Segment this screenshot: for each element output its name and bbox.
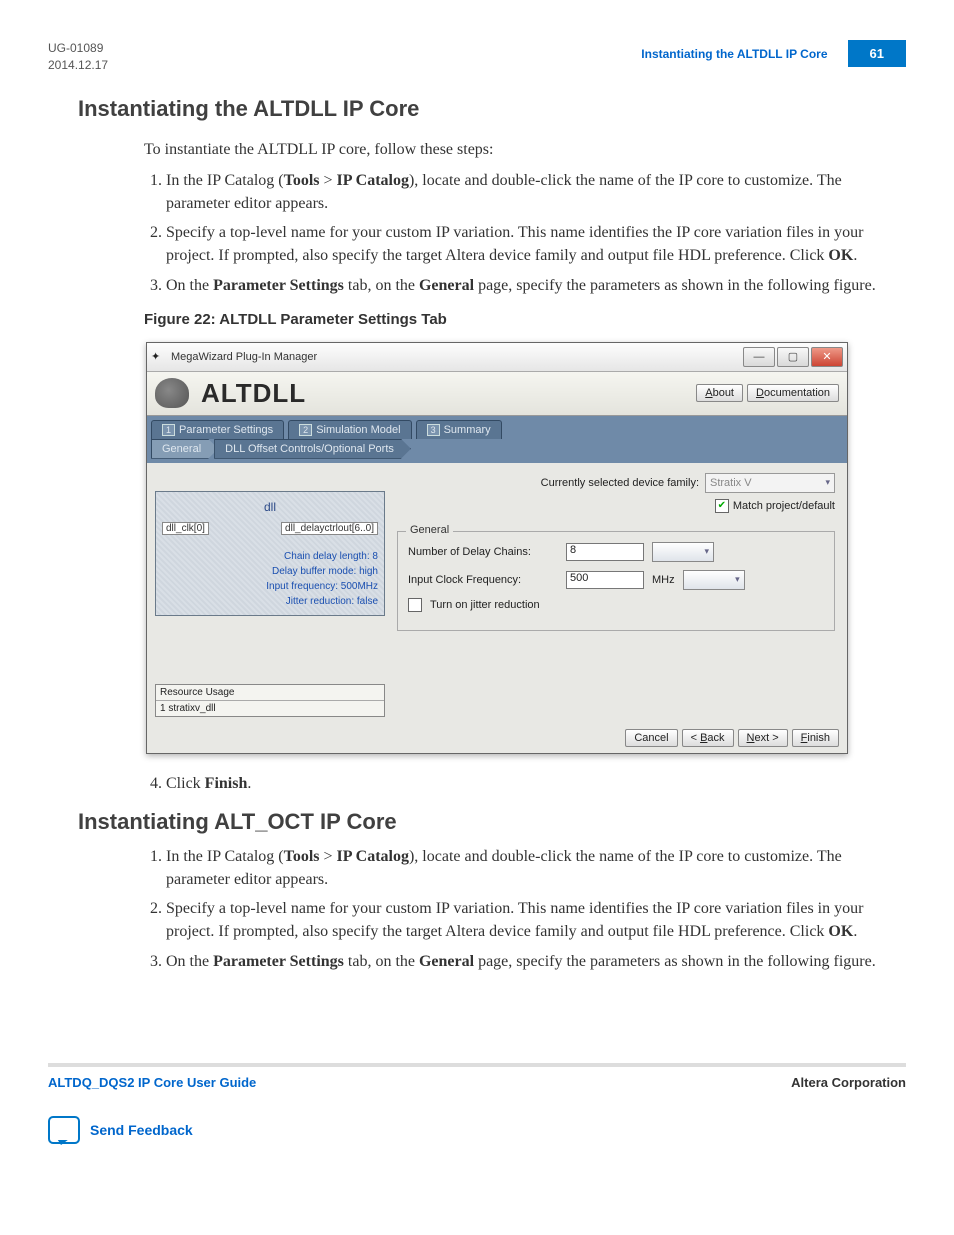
feedback-icon[interactable] bbox=[48, 1116, 80, 1144]
major-tabs: 1Parameter Settings 2Simulation Model 3S… bbox=[147, 416, 847, 439]
delay-chains-label: Number of Delay Chains: bbox=[408, 546, 558, 558]
cancel-button[interactable]: Cancel bbox=[625, 729, 677, 747]
delay-chains-input[interactable]: 8 bbox=[566, 543, 644, 561]
page-footer: ALTDQ_DQS2 IP Core User Guide Altera Cor… bbox=[48, 1063, 906, 1090]
section1-title: Instantiating the ALTDLL IP Core bbox=[78, 96, 906, 122]
page-number: 61 bbox=[848, 40, 906, 67]
chevron-down-icon: ▾ bbox=[735, 574, 740, 585]
delay-chains-dropdown[interactable]: ▾ bbox=[652, 542, 714, 562]
sub-tabs: General DLL Offset Controls/Optional Por… bbox=[147, 439, 847, 463]
preview-pane: dll dll_clk[0] dll_delayctrlout[6..0] Ch… bbox=[147, 463, 393, 723]
settings-pane: Currently selected device family: Strati… bbox=[393, 463, 847, 723]
tab-simulation-model[interactable]: 2Simulation Model bbox=[288, 420, 411, 439]
subtab-dll-offset[interactable]: DLL Offset Controls/Optional Ports bbox=[214, 439, 411, 459]
block-diagram: dll dll_clk[0] dll_delayctrlout[6..0] Ch… bbox=[155, 491, 385, 616]
step-4: Click Finish. bbox=[166, 772, 896, 795]
doc-meta: UG-01089 2014.12.17 bbox=[48, 40, 108, 74]
pin-left: dll_clk[0] bbox=[162, 522, 209, 535]
figure-caption: Figure 22: ALTDLL Parameter Settings Tab bbox=[144, 311, 906, 328]
s2-step-1: In the IP Catalog (Tools > IP Catalog), … bbox=[166, 845, 896, 891]
step-2: Specify a top-level name for your custom… bbox=[166, 221, 896, 267]
resource-usage-header: Resource Usage bbox=[156, 685, 384, 701]
finish-button[interactable]: Finish bbox=[792, 729, 839, 747]
chevron-down-icon: ▾ bbox=[704, 546, 709, 557]
device-family-label: Currently selected device family: bbox=[541, 477, 699, 489]
general-legend: General bbox=[406, 524, 453, 536]
maximize-button[interactable]: ▢ bbox=[777, 347, 809, 367]
subtab-general[interactable]: General bbox=[151, 439, 218, 459]
input-clock-label: Input Clock Frequency: bbox=[408, 574, 558, 586]
section1-intro: To instantiate the ALTDLL IP core, follo… bbox=[144, 138, 896, 161]
minimize-button[interactable]: — bbox=[743, 347, 775, 367]
jitter-reduction-checkbox[interactable] bbox=[408, 598, 422, 612]
ip-name: ALTDLL bbox=[201, 378, 696, 409]
jitter-reduction-label: Turn on jitter reduction bbox=[430, 599, 540, 611]
general-group: General Number of Delay Chains: 8 ▾ Inpu… bbox=[397, 531, 835, 631]
pin-right: dll_delayctrlout[6..0] bbox=[281, 522, 378, 535]
page-header: UG-01089 2014.12.17 Instantiating the AL… bbox=[48, 40, 906, 74]
brand-bar: ALTDLL AAboutbout Documentation bbox=[147, 372, 847, 416]
match-project-checkbox[interactable]: ✔ bbox=[715, 499, 729, 513]
doc-date: 2014.12.17 bbox=[48, 57, 108, 74]
send-feedback-link[interactable]: Send Feedback bbox=[90, 1122, 193, 1138]
footer-guide-link[interactable]: ALTDQ_DQS2 IP Core User Guide bbox=[48, 1075, 256, 1090]
wizard-footer: Cancel < Back Next > Finish bbox=[147, 723, 847, 753]
section2-title: Instantiating ALT_OCT IP Core bbox=[78, 809, 906, 835]
device-family-select[interactable]: Stratix V ▾ bbox=[705, 473, 835, 493]
window-titlebar[interactable]: ✦ MegaWizard Plug-In Manager — ▢ ✕ bbox=[147, 343, 847, 372]
s2-step-3: On the Parameter Settings tab, on the Ge… bbox=[166, 950, 896, 973]
resource-usage-box: Resource Usage 1 stratixv_dll bbox=[155, 684, 385, 717]
footer-company: Altera Corporation bbox=[791, 1075, 906, 1090]
input-clock-unit: MHz bbox=[652, 574, 675, 586]
block-name: dll bbox=[162, 500, 378, 514]
feedback-row: Send Feedback bbox=[48, 1116, 906, 1144]
app-icon: ✦ bbox=[151, 350, 165, 364]
doc-id: UG-01089 bbox=[48, 40, 108, 57]
s2-step-2: Specify a top-level name for your custom… bbox=[166, 897, 896, 943]
window-title: MegaWizard Plug-In Manager bbox=[171, 351, 741, 363]
step-3: On the Parameter Settings tab, on the Ge… bbox=[166, 274, 896, 297]
wizard-window: ✦ MegaWizard Plug-In Manager — ▢ ✕ ALTDL… bbox=[146, 342, 848, 754]
tab-summary[interactable]: 3Summary bbox=[416, 420, 502, 439]
section1-steps: In the IP Catalog (Tools > IP Catalog), … bbox=[144, 169, 896, 297]
match-project-label: Match project/default bbox=[733, 500, 835, 512]
breadcrumb[interactable]: Instantiating the ALTDLL IP Core bbox=[641, 47, 827, 61]
section1-steps-cont: Click Finish. bbox=[144, 772, 896, 795]
documentation-button[interactable]: Documentation bbox=[747, 384, 839, 402]
block-properties: Chain delay length: 8 Delay buffer mode:… bbox=[162, 549, 378, 609]
section2-steps: In the IP Catalog (Tools > IP Catalog), … bbox=[144, 845, 896, 973]
back-button[interactable]: < Back bbox=[682, 729, 734, 747]
input-clock-unit-dropdown[interactable]: ▾ bbox=[683, 570, 745, 590]
wizard-logo-icon bbox=[155, 378, 189, 408]
close-button[interactable]: ✕ bbox=[811, 347, 843, 367]
about-button[interactable]: AAboutbout bbox=[696, 384, 743, 402]
resource-usage-value: 1 stratixv_dll bbox=[156, 701, 384, 716]
input-clock-input[interactable]: 500 bbox=[566, 571, 644, 589]
tab-parameter-settings[interactable]: 1Parameter Settings bbox=[151, 420, 284, 439]
next-button[interactable]: Next > bbox=[738, 729, 788, 747]
step-1: In the IP Catalog (Tools > IP Catalog), … bbox=[166, 169, 896, 215]
chevron-down-icon: ▾ bbox=[825, 477, 830, 488]
